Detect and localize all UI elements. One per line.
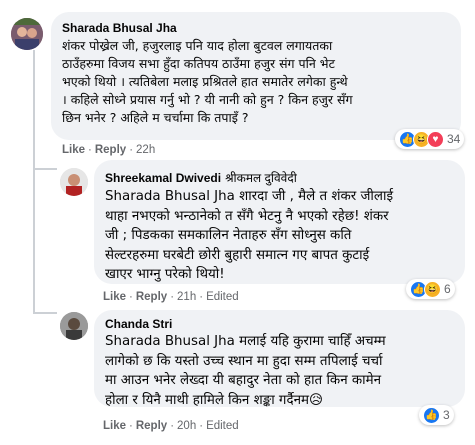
- mention-link[interactable]: Sharada Bhusal Jha: [105, 334, 235, 349]
- like-icon: 👍: [423, 406, 440, 424]
- timestamp[interactable]: 21h: [177, 291, 196, 303]
- comment-text: Sharada Bhusal Jha शारदा जी , मैले त शंक…: [105, 187, 454, 285]
- like-button[interactable]: Like: [62, 144, 85, 156]
- thread-branch: [33, 312, 57, 314]
- comment-actions: Like · Reply · 20h · Edited: [103, 420, 239, 432]
- comment-actions: Like · Reply · 21h · Edited: [103, 291, 239, 303]
- comment-actions: Like · Reply · 22h: [62, 144, 156, 156]
- edited-label[interactable]: Edited: [206, 291, 239, 303]
- avatar[interactable]: [60, 168, 88, 196]
- comment-text: शंकर पोख्रेल जी, हजुरलाइ पनि याद होला बु…: [62, 38, 353, 125]
- reaction-count: 3: [443, 408, 450, 422]
- reply-button[interactable]: Reply: [136, 420, 167, 432]
- avatar[interactable]: [11, 18, 43, 50]
- comment-bubble: Sharada Bhusal Jha शंकर पोख्रेल जी, हजुर…: [51, 12, 461, 140]
- comment-author[interactable]: Chanda Stri: [105, 317, 454, 331]
- comment-bubble: Shreekamal Dwivedi श्रीकमल दुविवेदी Shara…: [94, 160, 465, 284]
- thread-branch: [33, 168, 57, 170]
- mention-link[interactable]: Sharada Bhusal Jha: [105, 189, 235, 204]
- comment-bubble: Chanda Stri Sharada Bhusal Jha मलाई यहि …: [94, 310, 465, 410]
- reaction-summary[interactable]: 👍 😆 6: [406, 279, 455, 299]
- reply-button[interactable]: Reply: [136, 291, 167, 303]
- haha-icon: 😆: [424, 280, 441, 298]
- comment-text: Sharada Bhusal Jha मलाई यहि कुरामा चाहिँ…: [105, 332, 454, 410]
- reaction-count: 6: [444, 282, 451, 296]
- timestamp[interactable]: 22h: [136, 144, 155, 156]
- thread-line: [33, 50, 35, 312]
- like-button[interactable]: Like: [103, 291, 126, 303]
- comment-author[interactable]: Shreekamal Dwivedi: [105, 171, 221, 185]
- reaction-count: 34: [447, 132, 461, 146]
- reply-button[interactable]: Reply: [95, 144, 126, 156]
- edited-label[interactable]: Edited: [206, 420, 239, 432]
- comment-author[interactable]: Sharada Bhusal Jha: [62, 21, 450, 35]
- avatar[interactable]: [60, 312, 88, 340]
- timestamp[interactable]: 20h: [177, 420, 196, 432]
- like-button[interactable]: Like: [103, 420, 126, 432]
- comment-author-alt: श्रीकमल दुविवेदी: [225, 171, 297, 185]
- love-icon: ♥: [427, 130, 444, 148]
- reaction-summary[interactable]: 👍 😆 ♥ 34: [395, 129, 465, 149]
- reaction-summary[interactable]: 👍 3: [419, 405, 454, 425]
